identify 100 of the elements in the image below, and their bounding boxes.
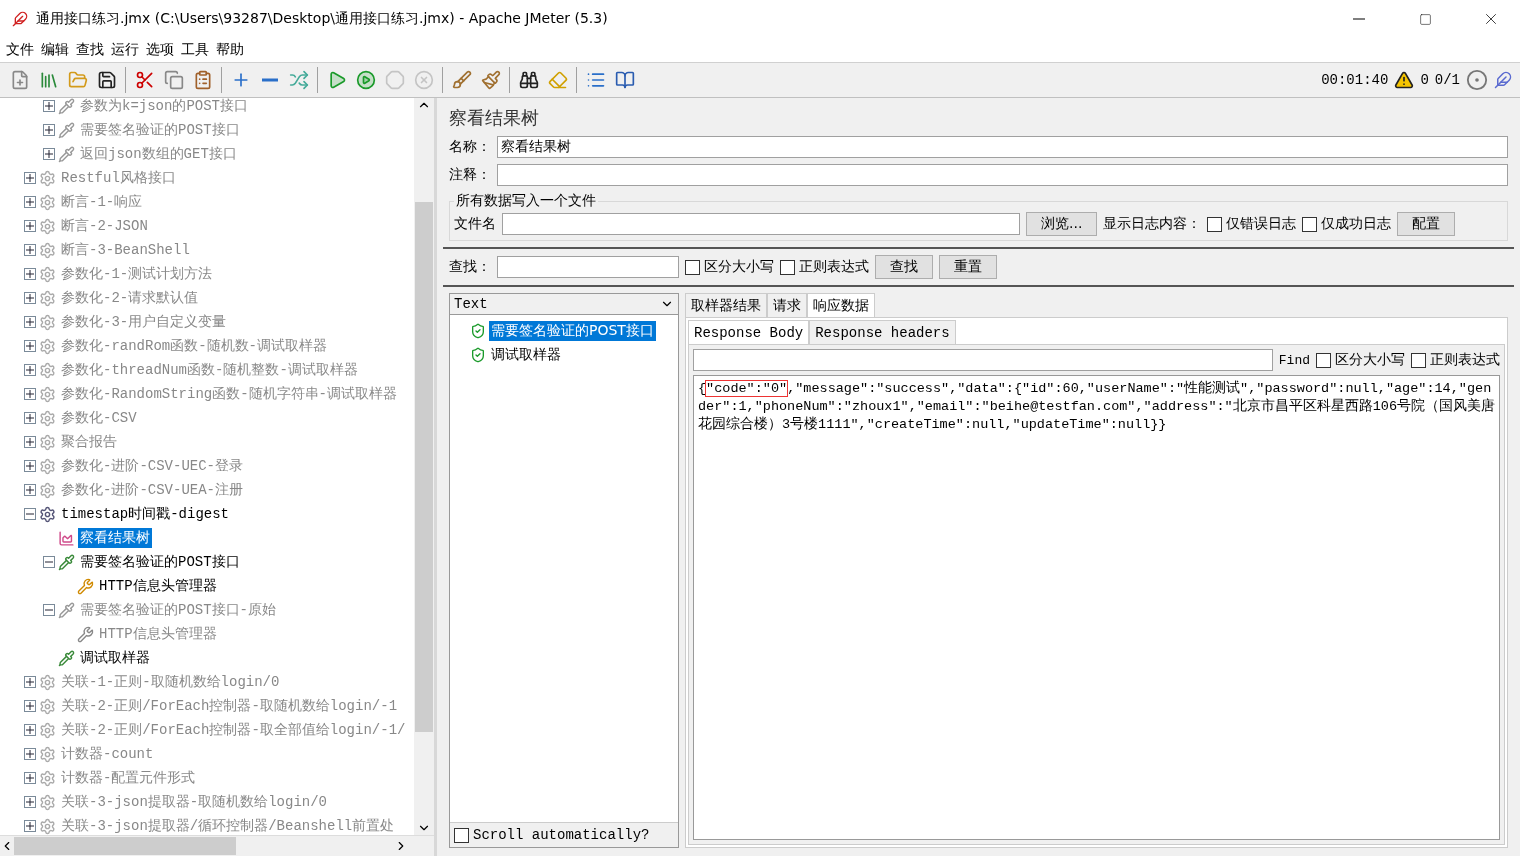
wrench-icon — [77, 577, 94, 595]
configure-button[interactable]: 配置 — [1397, 212, 1456, 236]
gear-icon — [39, 673, 56, 691]
copy-icon — [163, 70, 184, 90]
shutdown-icon — [413, 70, 434, 90]
checkbox[interactable]: 仅错误日志 — [1207, 215, 1297, 233]
result-item[interactable]: 需要签名验证的POST接口 — [489, 321, 656, 341]
renderer-dropdown[interactable]: Text — [450, 294, 678, 315]
maximize-icon — [1418, 12, 1432, 26]
reset-button[interactable]: 重置 — [939, 255, 997, 279]
vertical-scrollbar[interactable] — [414, 98, 434, 835]
tab[interactable]: 请求 — [767, 293, 807, 317]
tab[interactable]: Response headers — [809, 320, 956, 344]
gear-icon — [39, 433, 56, 451]
thread-count: 0/1 — [1434, 72, 1460, 88]
error-count: 0 — [1420, 72, 1429, 88]
minus-icon — [45, 558, 53, 566]
checkbox[interactable]: 区分大小写 — [685, 258, 774, 276]
gear-icon — [39, 361, 56, 379]
gear-icon — [39, 697, 56, 715]
menu-item[interactable]: 工具 — [179, 41, 214, 59]
gear-icon — [39, 217, 56, 235]
menu-item[interactable]: 查找 — [74, 41, 109, 59]
play-icon — [355, 70, 376, 90]
checkbox[interactable]: 正则表达式 — [780, 258, 869, 276]
gear-icon — [39, 169, 56, 187]
save-icon — [96, 70, 117, 90]
tree-item[interactable]: 调试取样器 — [78, 648, 152, 668]
browse-button[interactable]: 浏览... — [1026, 212, 1098, 236]
pipette-icon — [58, 601, 75, 619]
tree-item[interactable]: 察看结果树 — [78, 528, 152, 548]
gear-icon — [39, 769, 56, 787]
plus-icon — [26, 462, 34, 470]
tab[interactable]: Response Body — [688, 320, 810, 344]
wrench-icon — [77, 625, 94, 643]
group-title: 所有数据写入一个文件 — [455, 192, 597, 210]
collapse-toggle[interactable] — [24, 508, 36, 520]
field-label: 名称： — [449, 138, 491, 156]
filename-field[interactable] — [502, 213, 1020, 235]
plus-icon — [26, 198, 34, 206]
minus-icon — [45, 606, 53, 614]
plus-icon — [26, 342, 34, 350]
window-title: 通用接口练习.jmx (C:\Users\93287\Desktop\通用接口练习.jmx) - Apache JMeter (5.3) — [36, 10, 609, 28]
stop-icon — [384, 70, 405, 90]
plus-icon — [26, 774, 34, 782]
gear-icon — [39, 745, 56, 763]
tree-item[interactable]: HTTP信息头管理器 — [97, 576, 219, 596]
comment-field[interactable] — [497, 164, 1508, 186]
gear-icon — [39, 241, 56, 259]
plus-icon — [26, 798, 34, 806]
gear-icon — [39, 385, 56, 403]
plus-icon — [26, 270, 34, 278]
plus-icon — [26, 438, 34, 446]
find-button[interactable]: 查找 — [875, 255, 933, 279]
logo-icon — [1494, 71, 1512, 89]
result-item[interactable]: 调试取样器 — [489, 345, 563, 365]
menu-item[interactable]: 帮助 — [214, 41, 249, 59]
plus-icon — [26, 486, 34, 494]
chart-icon — [58, 529, 75, 547]
collapse-toggle[interactable] — [43, 556, 55, 568]
pipette-icon — [58, 649, 75, 667]
menu-item[interactable]: 运行 — [109, 41, 144, 59]
feather-icon — [12, 11, 28, 27]
help-icon — [614, 70, 635, 90]
checkbox[interactable]: 区分大小写 — [1316, 351, 1405, 369]
menu-item[interactable]: 选项 — [144, 41, 179, 59]
field-label: 查找： — [449, 258, 491, 276]
field-label: 注释： — [449, 166, 491, 184]
search-field[interactable] — [497, 256, 679, 278]
gear-icon — [39, 505, 56, 523]
checkbox[interactable]: 仅成功日志 — [1302, 215, 1392, 233]
gear-icon — [39, 481, 56, 499]
horizontal-scrollbar[interactable] — [0, 835, 434, 856]
gear-icon — [39, 265, 56, 283]
tab[interactable]: 取样器结果 — [685, 293, 767, 317]
find-field[interactable] — [693, 349, 1273, 371]
pipette-icon — [58, 97, 75, 115]
checkbox[interactable]: 正则表达式 — [1411, 351, 1500, 369]
plus-icon — [26, 726, 34, 734]
plus-icon — [45, 150, 53, 158]
plus-icon — [26, 822, 34, 830]
pipette-icon — [58, 121, 75, 139]
name-field[interactable]: 察看结果树 — [497, 136, 1508, 158]
warning-icon — [1394, 70, 1415, 90]
pipette-icon — [58, 553, 75, 571]
gear-icon — [39, 289, 56, 307]
plus-icon — [26, 390, 34, 398]
elapsed-time: 00:01:40 — [1321, 72, 1389, 88]
status-indicator-icon — [1466, 69, 1488, 91]
menu-item[interactable]: 文件 — [4, 41, 39, 59]
tree-item[interactable]: 需要签名验证的POST接口 — [78, 552, 242, 572]
tab[interactable]: 响应数据 — [807, 293, 875, 317]
scissors-icon — [134, 70, 155, 90]
tree-item[interactable]: timestap时间戳-digest — [59, 504, 232, 524]
plus-icon — [26, 318, 34, 326]
gear-icon — [39, 313, 56, 331]
plus-icon — [26, 702, 34, 710]
gear-icon — [39, 193, 56, 211]
menu-item[interactable]: 编辑 — [39, 41, 74, 59]
plus-icon — [26, 174, 34, 182]
